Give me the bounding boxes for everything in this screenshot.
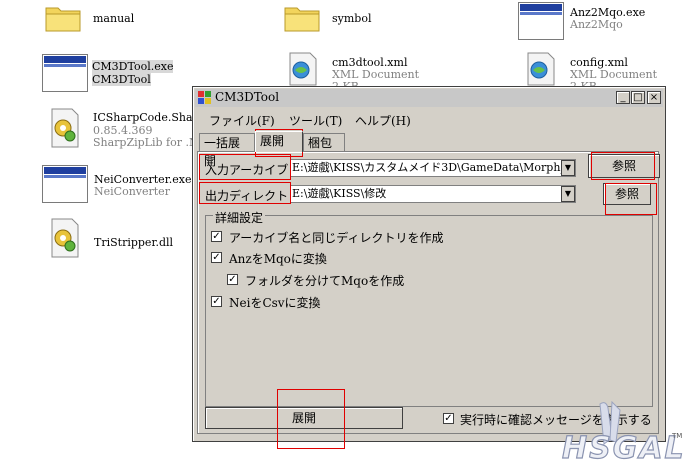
title-bar[interactable]: CM3DTool _ □ × [195,89,663,107]
highlight-browse-input [591,152,655,180]
hsgal-logo: HSGAL TM [561,400,686,466]
dll-gear-icon [51,218,79,258]
maximize-button[interactable]: □ [631,91,645,104]
file-name: TriStripper.dll [94,236,174,249]
file-description: CM3DTool [92,73,151,86]
option-create-directory-label: アーカイブ名と同じディレクトリを作成 [229,231,444,245]
cm3dtool-window: CM3DTool _ □ × ファイル(F) ツール(T) ヘルプ(H) 一括展… [192,86,666,449]
option-anz-to-mqo-label: AnzをMqoに変換 [229,252,327,266]
svg-text:TM: TM [671,432,682,440]
app-icon [198,91,211,104]
checkbox-nei-to-csv[interactable]: ✓ [211,296,222,307]
window-title: CM3DTool [215,90,280,104]
highlight-browse-output [605,183,657,215]
chevron-down-icon[interactable]: ▼ [561,160,575,176]
file-description: Anz2Mqo [570,18,623,31]
menu-help[interactable]: ヘルプ(H) [355,112,411,129]
highlight-output-label [199,182,291,204]
tab-extract[interactable]: 展開 [255,131,303,152]
file-name: manual [93,12,135,25]
highlight-input-label [199,154,291,180]
checkbox-anz-to-mqo[interactable]: ✓ [211,252,222,263]
close-button[interactable]: × [647,91,661,104]
file-name: CM3DTool.exe [92,60,174,73]
application-icon [42,54,88,92]
xml-document-icon [527,52,555,86]
application-icon [518,2,564,40]
highlight-extract-button [277,389,345,449]
output-directory-field[interactable]: E:\遊戲\KISS\修改 [290,185,576,203]
menu-bar: ファイル(F) ツール(T) ヘルプ(H) [193,109,665,129]
option-separate-mqo-folder-label: フォルダを分けてMqoを作成 [245,274,405,288]
checkbox-confirm-message[interactable]: ✓ [443,413,454,424]
checkbox-separate-mqo-folder[interactable]: ✓ [227,274,238,285]
advanced-settings-label: 詳細設定 [213,209,266,226]
folder-icon [45,7,81,32]
application-icon [42,165,88,203]
menu-tools[interactable]: ツール(T) [289,112,342,129]
chevron-down-icon[interactable]: ▼ [561,186,575,202]
menu-file[interactable]: ファイル(F) [209,112,275,129]
option-nei-to-csv-label: NeiをCsvに変換 [229,296,321,310]
folder-icon [284,7,320,32]
file-description: SharpZipLib for .NE [93,136,207,149]
file-name: symbol [332,12,372,25]
minimize-button[interactable]: _ [616,91,630,104]
file-description: NeiConverter [94,185,170,198]
dll-gear-icon [51,108,79,148]
xml-document-icon [289,52,317,86]
tab-batch-extract[interactable]: 一括展開 [199,133,255,168]
checkbox-create-directory[interactable]: ✓ [211,231,222,242]
input-archive-field[interactable]: E:\遊戲\KISS\カスタムメイド3D\GameData\Morph_SF [290,159,576,177]
tab-pack[interactable]: 梱包 [303,133,345,151]
svg-text:HSGAL: HSGAL [562,431,686,466]
